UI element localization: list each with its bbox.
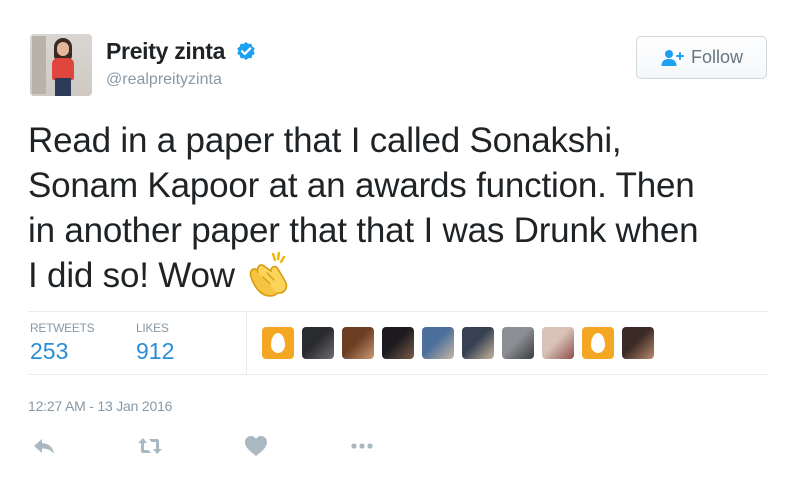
tweet-text-line: in another paper that that I was Drunk w…	[28, 211, 699, 250]
reply-icon[interactable]	[30, 432, 58, 460]
tweet-text-line: I did so! Wow	[28, 256, 235, 295]
user-handle[interactable]: @realpreityzinta	[106, 71, 222, 89]
liker-avatar[interactable]	[622, 327, 654, 359]
tweet-timestamp[interactable]: 12:27 AM - 13 Jan 2016	[28, 398, 172, 414]
retweets-label: RETWEETS	[30, 321, 95, 335]
tweet-text: Read in a paper that I called Sonakshi, …	[28, 118, 788, 301]
liker-avatar[interactable]	[342, 327, 374, 359]
user-avatar[interactable]	[30, 34, 92, 96]
liker-avatar[interactable]	[262, 327, 294, 359]
like-icon[interactable]	[242, 432, 270, 460]
likes-label: LIKES	[136, 321, 169, 335]
tweet-text-line: Sonam Kapoor at an awards function. Then	[28, 166, 695, 205]
tweet-card: Preity zinta @realpreityzinta Follow Rea…	[0, 0, 800, 500]
stats-divider-top	[28, 311, 768, 312]
tweet-text-line: Read in a paper that I called Sonakshi,	[28, 121, 622, 160]
stats-divider-bottom	[28, 374, 768, 375]
user-display-name[interactable]: Preity zinta	[106, 38, 225, 65]
stats-separator	[246, 312, 247, 374]
more-icon[interactable]	[348, 432, 376, 460]
tweet-text-line-last: I did so! Wow	[28, 251, 788, 301]
liker-avatar[interactable]	[382, 327, 414, 359]
add-user-icon	[661, 49, 684, 66]
likers-avatars	[262, 327, 654, 361]
liker-avatar[interactable]	[542, 327, 574, 359]
liker-avatar[interactable]	[502, 327, 534, 359]
retweets-count[interactable]: 253	[30, 338, 68, 365]
liker-avatar[interactable]	[422, 327, 454, 359]
follow-button-label: Follow	[690, 47, 743, 67]
liker-avatar[interactable]	[302, 327, 334, 359]
follow-button[interactable]: Follow	[636, 36, 767, 79]
verified-badge-icon	[237, 42, 255, 60]
liker-avatar[interactable]	[582, 327, 614, 359]
likes-count[interactable]: 912	[136, 338, 174, 365]
clapping-hands-emoji-icon	[249, 251, 288, 297]
retweet-icon[interactable]	[136, 432, 164, 460]
liker-avatar[interactable]	[462, 327, 494, 359]
